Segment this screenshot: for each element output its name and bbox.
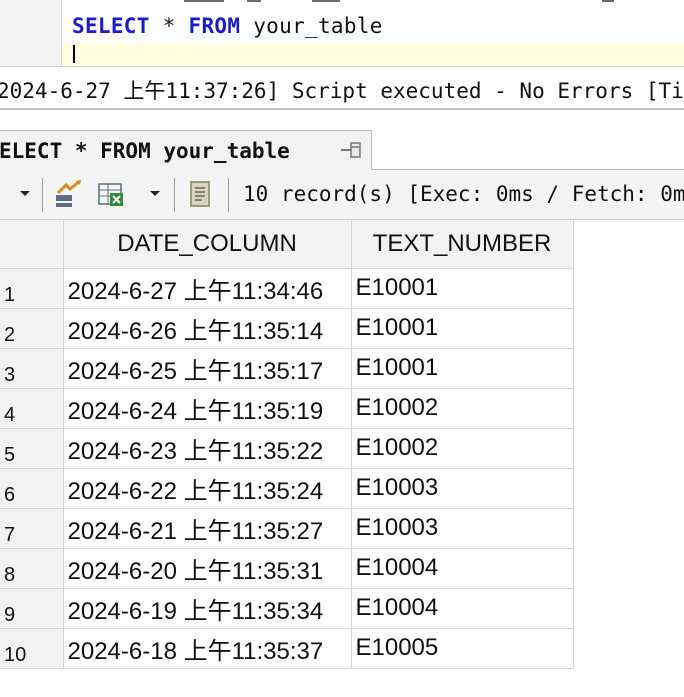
dropdown-arrow-icon[interactable] bbox=[144, 179, 166, 209]
cell-text-number[interactable]: E10001 bbox=[351, 308, 574, 349]
row-number[interactable]: 1 bbox=[0, 268, 64, 309]
editor-gutter bbox=[0, 0, 62, 66]
cell-text-number[interactable]: E10002 bbox=[351, 388, 574, 429]
current-line-highlight bbox=[62, 43, 684, 66]
cell-date[interactable]: 2024-6-18 上午11:35:37 bbox=[63, 628, 352, 669]
text-caret bbox=[73, 45, 75, 63]
table-row[interactable]: 8 2024-6-20 上午11:35:31 E10004 bbox=[0, 548, 574, 589]
cell-date[interactable]: 2024-6-27 上午11:34:46 bbox=[63, 268, 352, 309]
result-toolbar: 10 record(s) [Exec: 0ms / Fetch: 0ms] bbox=[0, 170, 684, 220]
result-tabstrip: ELECT * FROM your_table bbox=[0, 130, 684, 171]
row-number[interactable]: 6 bbox=[0, 468, 64, 509]
cell-date[interactable]: 2024-6-24 上午11:35:19 bbox=[63, 388, 352, 429]
chart-icon[interactable] bbox=[52, 179, 86, 209]
cell-date[interactable]: 2024-6-23 上午11:35:22 bbox=[63, 428, 352, 469]
execution-message: 2024-6-27 上午11:37:26] Script executed - … bbox=[0, 79, 684, 103]
script-icon[interactable] bbox=[184, 179, 216, 209]
sql-star: * bbox=[149, 14, 189, 38]
table-row[interactable]: 2 2024-6-26 上午11:35:14 E10001 bbox=[0, 308, 574, 349]
cell-text-number[interactable]: E10004 bbox=[351, 548, 574, 589]
toolbar-separator bbox=[228, 178, 229, 212]
dropdown-arrow-icon[interactable] bbox=[14, 179, 36, 209]
result-table: DATE_COLUMN TEXT_NUMBER 1 2024-6-27 上午11:… bbox=[0, 220, 574, 669]
table-row[interactable]: 7 2024-6-21 上午11:35:27 E10003 bbox=[0, 508, 574, 549]
sql-statement[interactable]: SELECT * FROM your_table bbox=[72, 14, 383, 38]
cell-date[interactable]: 2024-6-22 上午11:35:24 bbox=[63, 468, 352, 509]
row-number[interactable]: 7 bbox=[0, 508, 64, 549]
table-row[interactable]: 1 2024-6-27 上午11:34:46 E10001 bbox=[0, 268, 574, 309]
row-number[interactable]: 5 bbox=[0, 428, 64, 469]
row-number[interactable]: 4 bbox=[0, 388, 64, 429]
pin-icon[interactable] bbox=[339, 139, 365, 163]
row-number[interactable]: 3 bbox=[0, 348, 64, 389]
toolbar-separator bbox=[174, 178, 175, 212]
table-row[interactable]: 5 2024-6-23 上午11:35:22 E10002 bbox=[0, 428, 574, 469]
row-number[interactable]: 9 bbox=[0, 588, 64, 629]
cell-date[interactable]: 2024-6-20 上午11:35:31 bbox=[63, 548, 352, 589]
panel-splitter[interactable] bbox=[0, 108, 684, 130]
cell-text-number[interactable]: E10001 bbox=[351, 268, 574, 309]
row-number[interactable]: 2 bbox=[0, 308, 64, 349]
sql-keyword-from: FROM bbox=[188, 14, 241, 38]
cell-date[interactable]: 2024-6-25 上午11:35:17 bbox=[63, 348, 352, 389]
record-count-status: 10 record(s) [Exec: 0ms / Fetch: 0ms] bbox=[243, 182, 684, 206]
cell-text-number[interactable]: E10003 bbox=[351, 468, 574, 509]
result-tab-label: ELECT * FROM your_table bbox=[0, 139, 290, 163]
export-excel-icon[interactable] bbox=[94, 179, 128, 209]
cell-text-number[interactable]: E10004 bbox=[351, 588, 574, 629]
cell-date[interactable]: 2024-6-19 上午11:35:34 bbox=[63, 588, 352, 629]
result-grid[interactable]: DATE_COLUMN TEXT_NUMBER 1 2024-6-27 上午11:… bbox=[0, 220, 684, 697]
cell-text-number[interactable]: E10001 bbox=[351, 348, 574, 389]
sql-editor[interactable]: SELECT * FROM your_table bbox=[0, 0, 684, 66]
sql-keyword-select: SELECT bbox=[72, 14, 150, 38]
cell-text-number[interactable]: E10005 bbox=[351, 628, 574, 669]
cell-text-number[interactable]: E10003 bbox=[351, 508, 574, 549]
table-row[interactable]: 9 2024-6-19 上午11:35:34 E10004 bbox=[0, 588, 574, 629]
table-row[interactable]: 3 2024-6-25 上午11:35:17 E10001 bbox=[0, 348, 574, 389]
column-header-date[interactable]: DATE_COLUMN bbox=[63, 220, 352, 269]
column-header-text-number[interactable]: TEXT_NUMBER bbox=[351, 220, 574, 269]
message-panel: 2024-6-27 上午11:37:26] Script executed - … bbox=[0, 66, 684, 108]
toolbar-separator bbox=[42, 178, 43, 212]
result-tab[interactable]: ELECT * FROM your_table bbox=[0, 130, 372, 171]
cell-text-number[interactable]: E10002 bbox=[351, 428, 574, 469]
previous-line-fragment bbox=[62, 0, 684, 3]
table-row[interactable]: 6 2024-6-22 上午11:35:24 E10003 bbox=[0, 468, 574, 509]
sql-table-name: your_table bbox=[240, 14, 383, 38]
header-row: DATE_COLUMN TEXT_NUMBER bbox=[0, 220, 574, 269]
table-row[interactable]: 4 2024-6-24 上午11:35:19 E10002 bbox=[0, 388, 574, 429]
row-number[interactable]: 8 bbox=[0, 548, 64, 589]
table-row[interactable]: 10 2024-6-18 上午11:35:37 E10005 bbox=[0, 628, 574, 669]
cell-date[interactable]: 2024-6-26 上午11:35:14 bbox=[63, 308, 352, 349]
row-number[interactable]: 10 bbox=[0, 628, 64, 669]
row-number-header[interactable] bbox=[0, 220, 64, 269]
cell-date[interactable]: 2024-6-21 上午11:35:27 bbox=[63, 508, 352, 549]
